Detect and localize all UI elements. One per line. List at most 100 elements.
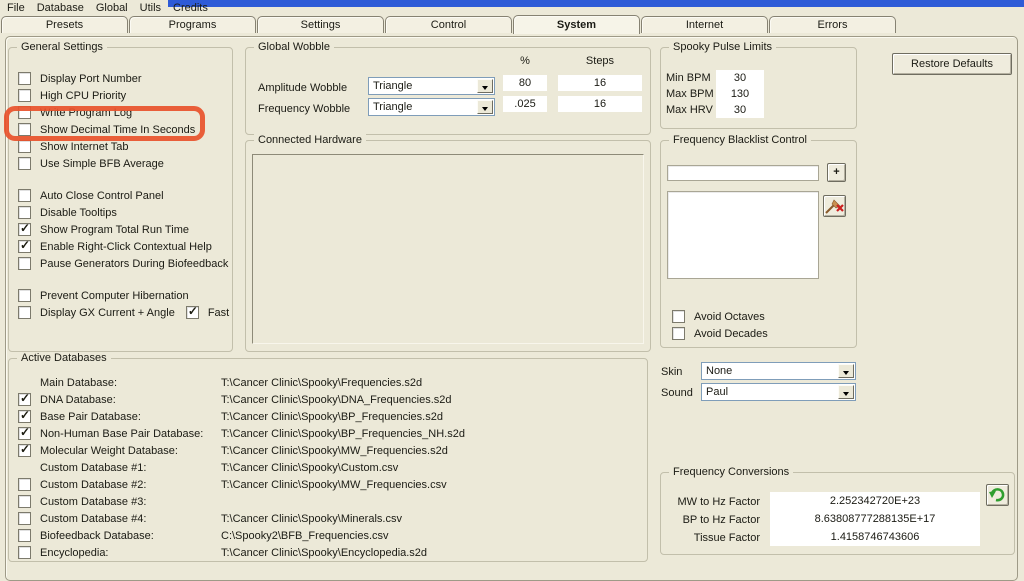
display-gx-current-checkbox[interactable] xyxy=(18,306,31,319)
tab-programs[interactable]: Programs xyxy=(129,16,256,33)
amplitude-wobble-select[interactable]: Triangle xyxy=(368,77,495,95)
green-undo-arrow-icon xyxy=(987,485,1008,505)
amplitude-wobble-value: Triangle xyxy=(373,80,412,92)
avoid-octaves-checkbox[interactable] xyxy=(672,310,685,323)
tab-settings[interactable]: Settings xyxy=(257,16,384,33)
database-row-custom-2: Custom Database #2: T:\Cancer Clinic\Spo… xyxy=(9,476,647,493)
high-cpu-priority-checkbox[interactable] xyxy=(18,89,31,102)
show-program-total-run-time-checkbox[interactable] xyxy=(18,223,31,236)
min-bpm-field[interactable]: 30 xyxy=(716,70,764,86)
database-path: T:\Cancer Clinic\Spooky\Frequencies.s2d xyxy=(221,377,422,389)
chevron-down-icon[interactable] xyxy=(838,385,854,399)
checkbox-row-display-port-number: Display Port Number xyxy=(9,70,232,87)
checkbox-row-disable-tooltips: Disable Tooltips xyxy=(9,204,232,221)
checkbox-row-prevent-hibernation: Prevent Computer Hibernation xyxy=(9,287,232,304)
general-settings-title: General Settings xyxy=(17,41,107,53)
database-label: Custom Database #3: xyxy=(40,496,212,508)
checkbox-row-enable-right-click-help: Enable Right-Click Contextual Help xyxy=(9,238,232,255)
database-label: Custom Database #2: xyxy=(40,479,212,491)
non-human-base-pair-database-checkbox[interactable] xyxy=(18,427,31,440)
base-pair-database-checkbox[interactable] xyxy=(18,410,31,423)
disable-tooltips-checkbox[interactable] xyxy=(18,206,31,219)
database-label: DNA Database: xyxy=(40,394,212,406)
checkbox-label: Fast xyxy=(208,307,229,319)
auto-close-control-panel-checkbox[interactable] xyxy=(18,189,31,202)
blacklist-add-button[interactable]: + xyxy=(827,163,846,182)
mw-to-hz-factor-label: MW to Hz Factor xyxy=(658,496,760,508)
molecular-weight-database-checkbox[interactable] xyxy=(18,444,31,457)
checkbox-label: Prevent Computer Hibernation xyxy=(40,290,189,302)
checkbox-label: High CPU Priority xyxy=(40,90,126,102)
mw-to-hz-factor-field[interactable]: 2.252342720E+23 xyxy=(770,492,980,510)
chevron-down-icon[interactable] xyxy=(838,364,854,378)
frequency-wobble-select[interactable]: Triangle xyxy=(368,98,495,116)
biofeedback-database-checkbox[interactable] xyxy=(18,529,31,542)
chevron-down-icon[interactable] xyxy=(477,79,493,93)
amplitude-wobble-steps-field[interactable]: 16 xyxy=(558,75,642,91)
active-databases-group: Active Databases Main Database: T:\Cance… xyxy=(8,358,648,562)
custom-database-4-checkbox[interactable] xyxy=(18,512,31,525)
checkbox-row-high-cpu-priority: High CPU Priority xyxy=(9,87,232,104)
database-row-main: Main Database: T:\Cancer Clinic\Spooky\F… xyxy=(9,374,647,391)
show-internet-tab-checkbox[interactable] xyxy=(18,140,31,153)
avoid-decades-checkbox[interactable] xyxy=(672,327,685,340)
connected-hardware-group: Connected Hardware xyxy=(245,140,651,352)
blacklist-frequency-input[interactable] xyxy=(667,165,819,181)
display-port-number-checkbox[interactable] xyxy=(18,72,31,85)
active-databases-title: Active Databases xyxy=(17,352,111,364)
encyclopedia-checkbox[interactable] xyxy=(18,546,31,559)
sound-select[interactable]: Paul xyxy=(701,383,856,401)
max-bpm-label: Max BPM xyxy=(666,88,714,100)
bp-to-hz-factor-field[interactable]: 8.63808777288135E+17 xyxy=(770,510,980,528)
max-hrv-field[interactable]: 30 xyxy=(716,102,764,118)
prevent-hibernation-checkbox[interactable] xyxy=(18,289,31,302)
show-decimal-time-checkbox[interactable] xyxy=(18,123,31,136)
fast-checkbox[interactable] xyxy=(186,306,199,319)
frequency-wobble-percent-field[interactable]: .025 xyxy=(503,96,547,112)
chevron-down-icon[interactable] xyxy=(477,100,493,114)
use-simple-bfb-average-checkbox[interactable] xyxy=(18,157,31,170)
database-label: Custom Database #4: xyxy=(40,513,212,525)
checkbox-label: Write Program Log xyxy=(40,107,132,119)
database-row-base-pair: Base Pair Database: T:\Cancer Clinic\Spo… xyxy=(9,408,647,425)
pause-generators-checkbox[interactable] xyxy=(18,257,31,270)
database-path: T:\Cancer Clinic\Spooky\BP_Frequencies_N… xyxy=(221,428,465,440)
custom-database-3-checkbox[interactable] xyxy=(18,495,31,508)
checkbox-label: Show Internet Tab xyxy=(40,141,128,153)
blacklist-listbox[interactable] xyxy=(667,191,819,279)
checkbox-label: Pause Generators During Biofeedback xyxy=(40,258,228,270)
database-path: T:\Cancer Clinic\Spooky\MW_Frequencies.c… xyxy=(221,479,447,491)
frequency-blacklist-title: Frequency Blacklist Control xyxy=(669,134,811,146)
menu-global[interactable]: Global xyxy=(92,1,136,15)
menu-bar: File Database Global Utils Credits xyxy=(0,0,216,15)
menu-database[interactable]: Database xyxy=(33,1,92,15)
conversions-reset-button[interactable] xyxy=(986,484,1009,506)
max-hrv-label: Max HRV xyxy=(666,104,713,116)
tab-control[interactable]: Control xyxy=(385,16,512,33)
tab-errors[interactable]: Errors xyxy=(769,16,896,33)
skin-select[interactable]: None xyxy=(701,362,856,380)
blacklist-clear-button[interactable] xyxy=(823,195,846,217)
database-path: T:\Cancer Clinic\Spooky\BP_Frequencies.s… xyxy=(221,411,443,423)
dna-database-checkbox[interactable] xyxy=(18,393,31,406)
frequency-wobble-steps-field[interactable]: 16 xyxy=(558,96,642,112)
tab-internet[interactable]: Internet xyxy=(641,16,768,33)
database-row-custom-4: Custom Database #4: T:\Cancer Clinic\Spo… xyxy=(9,510,647,527)
tab-presets[interactable]: Presets xyxy=(1,16,128,33)
menu-file[interactable]: File xyxy=(3,1,33,15)
write-program-log-checkbox[interactable] xyxy=(18,106,31,119)
checkbox-row-display-gx-current: Display GX Current + Angle Fast xyxy=(9,304,232,321)
max-bpm-field[interactable]: 130 xyxy=(716,86,764,102)
menu-utils[interactable]: Utils xyxy=(136,1,169,15)
checkbox-row-show-program-total-run-time: Show Program Total Run Time xyxy=(9,221,232,238)
tissue-factor-label: Tissue Factor xyxy=(658,532,760,544)
restore-defaults-button[interactable]: Restore Defaults xyxy=(892,53,1012,75)
custom-database-2-checkbox[interactable] xyxy=(18,478,31,491)
database-row-encyclopedia: Encyclopedia: T:\Cancer Clinic\Spooky\En… xyxy=(9,544,647,561)
tab-system[interactable]: System xyxy=(513,15,640,34)
database-path: T:\Cancer Clinic\Spooky\Minerals.csv xyxy=(221,513,402,525)
enable-right-click-help-checkbox[interactable] xyxy=(18,240,31,253)
amplitude-wobble-percent-field[interactable]: 80 xyxy=(503,75,547,91)
menu-credits[interactable]: Credits xyxy=(169,1,216,15)
tissue-factor-field[interactable]: 1.4158746743606 xyxy=(770,528,980,546)
